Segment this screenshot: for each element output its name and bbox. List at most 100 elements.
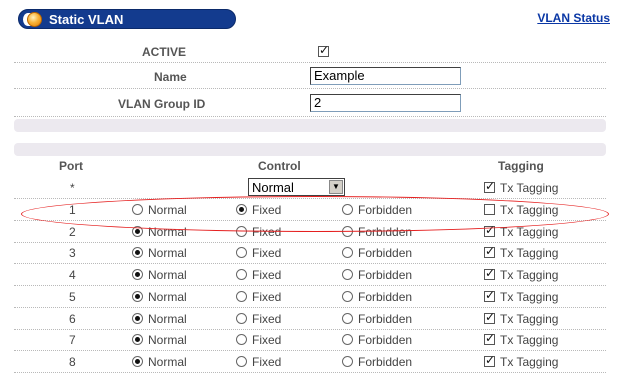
section-divider (14, 119, 606, 132)
control-forbidden-radio[interactable] (342, 312, 353, 324)
control-fixed-label: Fixed (252, 246, 282, 261)
tx-tagging-checkbox[interactable]: ✓ (484, 288, 495, 302)
port-number: 5 (69, 289, 76, 304)
tx-tagging-all-label: Tx Tagging (500, 181, 559, 195)
port-number: 1 (69, 203, 76, 217)
tx-tagging-label: Tx Tagging (500, 354, 559, 369)
control-fixed-radio[interactable] (236, 247, 247, 259)
vlan-status-link[interactable]: VLAN Status (537, 11, 610, 25)
control-normal-radio[interactable] (132, 290, 143, 302)
table-header-bar (14, 143, 606, 156)
name-label: Name (154, 70, 187, 84)
control-forbidden-label: Forbidden (358, 311, 413, 326)
port-row: 6 Normal Fixed Forbidden ✓ Tx Tagging (14, 308, 606, 330)
tx-tagging-label: Tx Tagging (500, 203, 559, 217)
group-id-row: VLAN Group ID 2 (14, 89, 606, 117)
control-forbidden-radio[interactable] (342, 269, 353, 281)
control-fixed-radio[interactable] (236, 204, 247, 215)
tx-tagging-checkbox[interactable]: ✓ (484, 223, 495, 237)
control-normal-radio[interactable] (132, 355, 143, 367)
section-header: Static VLAN (18, 9, 236, 29)
port-number: 2 (69, 224, 76, 239)
control-select-value: Normal (252, 180, 294, 195)
control-forbidden-label: Forbidden (358, 289, 413, 304)
chevron-down-icon[interactable]: ▼ (329, 180, 343, 194)
tx-tagging-checkbox[interactable] (484, 204, 495, 215)
control-normal-radio[interactable] (132, 247, 143, 259)
page-title: Static VLAN (49, 12, 124, 27)
port-number: 4 (69, 268, 76, 283)
tagging-column-header: Tagging (498, 159, 544, 173)
control-forbidden-radio[interactable] (342, 225, 353, 237)
control-normal-label: Normal (148, 354, 187, 369)
tx-tagging-checkbox[interactable]: ✓ (484, 244, 495, 259)
control-fixed-label: Fixed (252, 203, 282, 217)
control-normal-label: Normal (148, 203, 187, 217)
port-row: 3 Normal Fixed Forbidden ✓ Tx Tagging (14, 242, 606, 265)
port-number: 7 (69, 333, 76, 348)
active-checkbox[interactable]: ✓ (318, 43, 329, 57)
control-fixed-radio[interactable] (236, 225, 247, 237)
name-input[interactable]: Example (310, 67, 461, 85)
name-row: Name Example (14, 63, 606, 89)
control-fixed-radio[interactable] (236, 312, 247, 324)
port-row: 2 Normal Fixed Forbidden ✓ Tx Tagging (14, 221, 606, 243)
control-fixed-label: Fixed (252, 333, 282, 348)
control-forbidden-label: Forbidden (358, 354, 413, 369)
control-normal-radio[interactable] (132, 204, 143, 215)
control-forbidden-radio[interactable] (342, 247, 353, 259)
tx-tagging-checkbox[interactable]: ✓ (484, 310, 495, 324)
tx-tagging-checkbox[interactable]: ✓ (484, 353, 495, 367)
control-forbidden-radio[interactable] (342, 290, 353, 302)
port-row: 7 Normal Fixed Forbidden ✓ Tx Tagging (14, 329, 606, 352)
tx-tagging-label: Tx Tagging (500, 333, 559, 348)
control-fixed-label: Fixed (252, 354, 282, 369)
tx-tagging-label: Tx Tagging (500, 224, 559, 239)
group-id-input[interactable]: 2 (310, 94, 461, 112)
port-row: 5 Normal Fixed Forbidden ✓ Tx Tagging (14, 286, 606, 308)
control-fixed-radio[interactable] (236, 334, 247, 346)
tx-tagging-label: Tx Tagging (500, 268, 559, 283)
control-normal-radio[interactable] (132, 312, 143, 324)
all-ports-row: * Normal ▼ ✓ Tx Tagging (14, 177, 606, 199)
control-fixed-label: Fixed (252, 224, 282, 239)
port-row: 4 Normal Fixed Forbidden ✓ Tx Tagging (14, 264, 606, 287)
control-normal-label: Normal (148, 333, 187, 348)
control-fixed-label: Fixed (252, 289, 282, 304)
control-normal-label: Normal (148, 246, 187, 261)
control-normal-label: Normal (148, 224, 187, 239)
tx-tagging-label: Tx Tagging (500, 289, 559, 304)
control-select[interactable]: Normal ▼ (248, 178, 345, 196)
control-fixed-radio[interactable] (236, 269, 247, 281)
port-number: 8 (69, 354, 76, 369)
control-normal-label: Normal (148, 289, 187, 304)
control-fixed-label: Fixed (252, 268, 282, 283)
control-fixed-radio[interactable] (236, 355, 247, 367)
control-fixed-label: Fixed (252, 311, 282, 326)
port-number: 6 (69, 311, 76, 326)
port-column-header: Port (59, 159, 83, 173)
control-normal-radio[interactable] (132, 269, 143, 281)
port-number: 3 (69, 246, 76, 261)
tx-tagging-all-checkbox[interactable]: ✓ (484, 179, 495, 193)
control-forbidden-label: Forbidden (358, 224, 413, 239)
group-id-label: VLAN Group ID (118, 97, 206, 111)
control-normal-radio[interactable] (132, 334, 143, 346)
control-column-header: Control (258, 159, 301, 173)
orange-bullet-icon (27, 12, 42, 27)
tx-tagging-checkbox[interactable]: ✓ (484, 331, 495, 346)
control-forbidden-radio[interactable] (342, 355, 353, 367)
active-label: ACTIVE (142, 45, 187, 59)
control-forbidden-label: Forbidden (358, 333, 413, 348)
port-row: 8 Normal Fixed Forbidden ✓ Tx Tagging (14, 351, 606, 373)
control-forbidden-label: Forbidden (358, 203, 413, 217)
tx-tagging-label: Tx Tagging (500, 311, 559, 326)
control-normal-radio[interactable] (132, 225, 143, 237)
control-normal-label: Normal (148, 311, 187, 326)
control-forbidden-radio[interactable] (342, 204, 353, 215)
control-forbidden-label: Forbidden (358, 246, 413, 261)
tx-tagging-checkbox[interactable]: ✓ (484, 266, 495, 281)
control-normal-label: Normal (148, 268, 187, 283)
control-fixed-radio[interactable] (236, 290, 247, 302)
control-forbidden-radio[interactable] (342, 334, 353, 346)
